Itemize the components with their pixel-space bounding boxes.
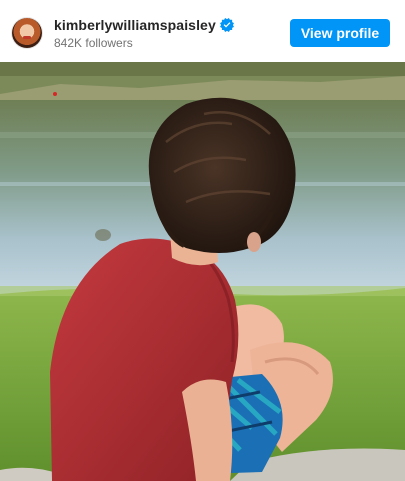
username-link[interactable]: kimberlywilliamspaisley [54,17,216,33]
view-profile-button[interactable]: View profile [290,19,390,47]
post-photo[interactable] [0,62,405,481]
verified-badge-icon [219,18,234,32]
photo-illustration [0,62,405,481]
profile-avatar[interactable] [12,18,42,48]
follower-count: 842K followers [54,36,133,50]
avatar-detail [23,36,31,39]
username-row: kimberlywilliamspaisley [54,17,234,33]
instagram-embed: kimberlywilliamspaisley 842K followers V… [0,0,405,481]
post-header: kimberlywilliamspaisley 842K followers V… [0,0,405,62]
